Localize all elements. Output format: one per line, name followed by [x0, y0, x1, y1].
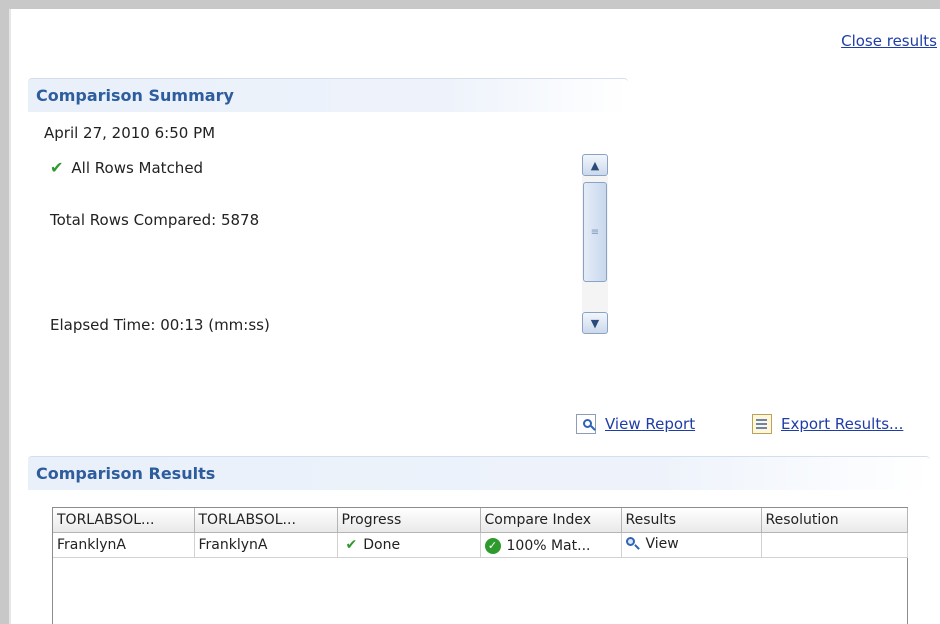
view-report-action[interactable]: View Report — [576, 414, 695, 434]
check-icon: ✔ — [345, 537, 358, 553]
magnifier-icon — [625, 536, 640, 551]
cell-target: FranklynA — [194, 532, 338, 558]
compare-index-text: 100% Mat... — [506, 537, 591, 554]
close-results-link[interactable]: Close results — [841, 32, 937, 50]
summary-total-rows: Total Rows Compared: 5878 — [50, 211, 260, 229]
view-report-icon — [576, 414, 596, 434]
export-results-link[interactable]: Export Results... — [781, 415, 903, 433]
column-header-results[interactable]: Results — [621, 508, 762, 533]
summary-scrollbar[interactable]: ▲ ≡ ▼ — [582, 154, 608, 334]
column-header-compare-index[interactable]: Compare Index — [480, 508, 622, 533]
summary-elapsed-time: Elapsed Time: 00:13 (mm:ss) — [50, 316, 270, 334]
scroll-thumb[interactable]: ≡ — [583, 182, 607, 282]
comparison-summary-header: Comparison Summary — [28, 78, 628, 112]
chevron-down-icon: ▼ — [590, 316, 600, 330]
cell-resolution — [761, 532, 908, 558]
summary-panel: April 27, 2010 6:50 PM ✔ All Rows Matche… — [36, 118, 611, 343]
summary-status-text: All Rows Matched — [71, 158, 204, 177]
success-circle-icon: ✓ — [484, 537, 501, 554]
cell-results[interactable]: View — [621, 532, 762, 558]
window-frame-top — [0, 0, 940, 9]
summary-status: ✔ All Rows Matched — [50, 158, 203, 177]
cell-source: FranklynA — [53, 532, 195, 558]
column-header-progress[interactable]: Progress — [337, 508, 481, 533]
scroll-down-button[interactable]: ▼ — [582, 312, 608, 334]
check-icon: ✔ — [50, 158, 64, 177]
scroll-up-button[interactable]: ▲ — [582, 154, 608, 176]
grip-icon: ≡ — [590, 226, 600, 238]
cell-compare-index: ✓ 100% Mat... — [480, 532, 622, 558]
column-header-source[interactable]: TORLABSOL... — [53, 508, 195, 533]
view-results-link[interactable]: View — [646, 536, 679, 552]
summary-date: April 27, 2010 6:50 PM — [44, 124, 216, 142]
export-document-icon — [752, 414, 772, 434]
view-report-link[interactable]: View Report — [605, 415, 695, 433]
comparison-results-header: Comparison Results — [28, 456, 930, 490]
export-results-action[interactable]: Export Results... — [752, 414, 903, 434]
window-frame-left — [0, 0, 9, 624]
column-header-resolution[interactable]: Resolution — [761, 508, 908, 533]
progress-text: Done — [363, 537, 401, 553]
scroll-track[interactable]: ≡ — [582, 176, 608, 312]
chevron-up-icon: ▲ — [590, 158, 600, 172]
window-frame-left-inner — [9, 9, 11, 624]
table-header-row: TORLABSOL... TORLABSOL... Progress Compa… — [53, 508, 908, 533]
results-table: TORLABSOL... TORLABSOL... Progress Compa… — [52, 507, 908, 624]
table-row[interactable]: FranklynA FranklynA ✔ Done ✓ 100% Mat... — [53, 532, 908, 558]
column-header-target[interactable]: TORLABSOL... — [194, 508, 338, 533]
comparison-summary-title: Comparison Summary — [36, 86, 234, 105]
comparison-results-title: Comparison Results — [36, 464, 216, 483]
cell-progress: ✔ Done — [337, 532, 481, 558]
